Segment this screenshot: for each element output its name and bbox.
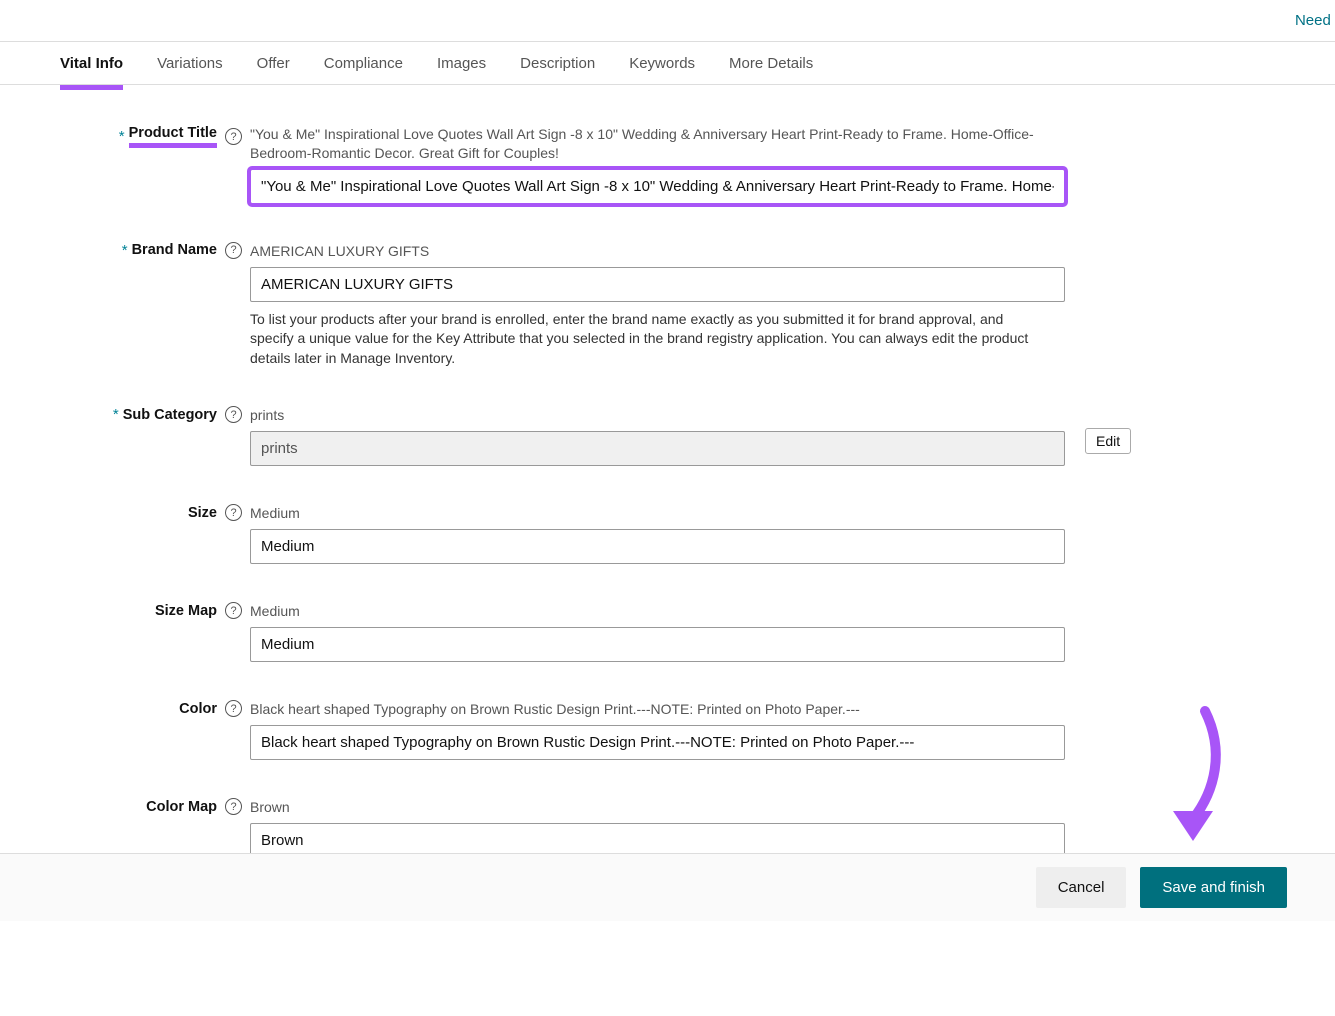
value-col: prints bbox=[250, 406, 1065, 466]
help-icon[interactable]: ? bbox=[225, 406, 242, 423]
field-color-map: Color Map ? Brown bbox=[60, 798, 1275, 858]
value-col: Black heart shaped Typography on Brown R… bbox=[250, 700, 1065, 760]
help-icon[interactable]: ? bbox=[225, 798, 242, 815]
value-col: Medium bbox=[250, 504, 1065, 564]
brand-name-hint: AMERICAN LUXURY GIFTS bbox=[250, 242, 1065, 261]
color-input[interactable] bbox=[250, 725, 1065, 760]
size-input[interactable] bbox=[250, 529, 1065, 564]
help-icon[interactable]: ? bbox=[225, 242, 242, 259]
label-col: * Sub Category ? bbox=[60, 406, 250, 423]
tab-variations[interactable]: Variations bbox=[157, 43, 223, 84]
field-color: Color ? Black heart shaped Typography on… bbox=[60, 700, 1275, 760]
color-label: Color bbox=[179, 701, 217, 717]
required-star: * bbox=[122, 242, 128, 259]
tab-keywords[interactable]: Keywords bbox=[629, 43, 695, 84]
tab-images[interactable]: Images bbox=[437, 43, 486, 84]
tab-vital-info[interactable]: Vital Info bbox=[60, 43, 123, 84]
required-star: * bbox=[119, 128, 125, 145]
field-brand-name: * Brand Name ? AMERICAN LUXURY GIFTS To … bbox=[60, 242, 1275, 369]
value-col: AMERICAN LUXURY GIFTS To list your produ… bbox=[250, 242, 1065, 369]
size-map-hint: Medium bbox=[250, 602, 1065, 621]
sub-category-hint: prints bbox=[250, 406, 1065, 425]
tab-compliance[interactable]: Compliance bbox=[324, 43, 403, 84]
value-col: Medium bbox=[250, 602, 1065, 662]
field-product-title: * Product Title ? "You & Me" Inspiration… bbox=[60, 125, 1275, 204]
label-col: Size ? bbox=[60, 504, 250, 521]
color-map-hint: Brown bbox=[250, 798, 1065, 817]
need-help-link[interactable]: Need hel bbox=[1295, 12, 1335, 29]
product-title-hint: "You & Me" Inspirational Love Quotes Wal… bbox=[250, 125, 1065, 163]
sub-category-edit-button[interactable]: Edit bbox=[1085, 428, 1131, 454]
value-col: "You & Me" Inspirational Love Quotes Wal… bbox=[250, 125, 1065, 204]
sub-category-input bbox=[250, 431, 1065, 466]
cancel-button[interactable]: Cancel bbox=[1036, 867, 1127, 908]
size-label: Size bbox=[188, 505, 217, 521]
label-col: * Brand Name ? bbox=[60, 242, 250, 259]
footer-bar: Cancel Save and finish bbox=[0, 853, 1335, 921]
help-icon[interactable]: ? bbox=[225, 602, 242, 619]
size-map-label: Size Map bbox=[155, 603, 217, 619]
help-icon[interactable]: ? bbox=[225, 504, 242, 521]
brand-name-label: Brand Name bbox=[132, 242, 217, 258]
label-col: Size Map ? bbox=[60, 602, 250, 619]
field-size: Size ? Medium bbox=[60, 504, 1275, 564]
required-star: * bbox=[113, 406, 119, 423]
tabs-bar: Vital Info Variations Offer Compliance I… bbox=[0, 42, 1335, 85]
brand-name-note: To list your products after your brand i… bbox=[250, 310, 1050, 369]
brand-name-input[interactable] bbox=[250, 267, 1065, 302]
tab-description[interactable]: Description bbox=[520, 43, 595, 84]
top-header: Need hel bbox=[0, 0, 1335, 42]
field-sub-category: * Sub Category ? prints Edit bbox=[60, 406, 1275, 466]
tab-offer[interactable]: Offer bbox=[257, 43, 290, 84]
value-col: Brown bbox=[250, 798, 1065, 858]
sub-category-label: Sub Category bbox=[123, 407, 217, 423]
label-col: * Product Title ? bbox=[60, 125, 250, 148]
product-title-label: Product Title bbox=[129, 125, 217, 148]
color-hint: Black heart shaped Typography on Brown R… bbox=[250, 700, 1065, 719]
edit-col: Edit bbox=[1065, 406, 1125, 454]
size-hint: Medium bbox=[250, 504, 1065, 523]
label-col: Color ? bbox=[60, 700, 250, 717]
field-size-map: Size Map ? Medium bbox=[60, 602, 1275, 662]
size-map-input[interactable] bbox=[250, 627, 1065, 662]
product-title-input[interactable] bbox=[250, 169, 1065, 204]
label-col: Color Map ? bbox=[60, 798, 250, 815]
color-map-label: Color Map bbox=[146, 799, 217, 815]
help-icon[interactable]: ? bbox=[225, 128, 242, 145]
tab-more-details[interactable]: More Details bbox=[729, 43, 813, 84]
save-and-finish-button[interactable]: Save and finish bbox=[1140, 867, 1287, 908]
help-icon[interactable]: ? bbox=[225, 700, 242, 717]
